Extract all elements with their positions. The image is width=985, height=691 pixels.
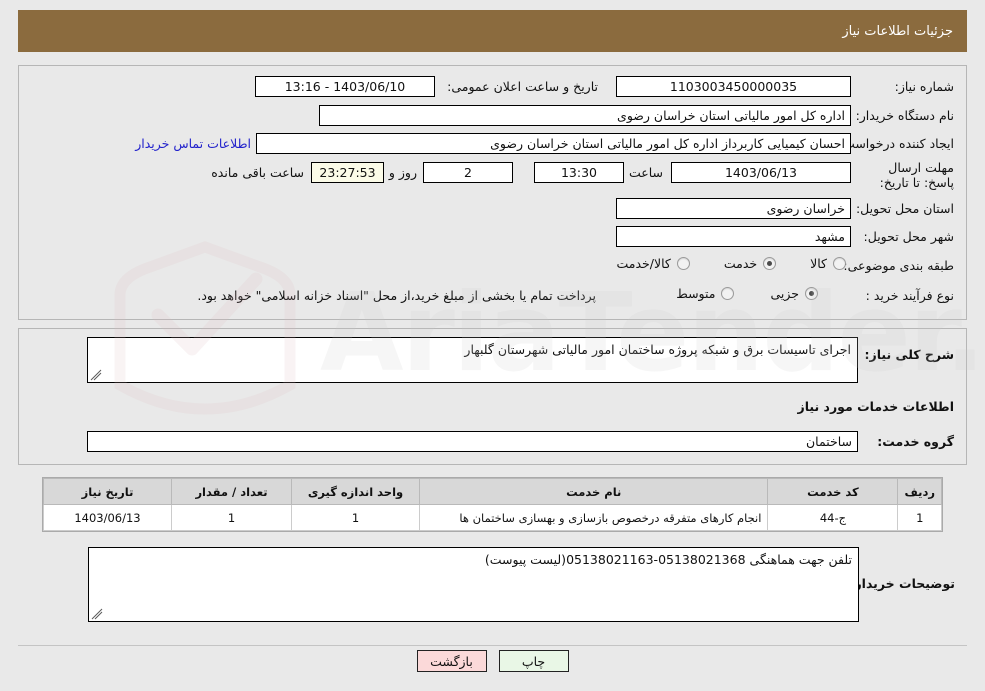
cell-unit: 1: [291, 504, 420, 531]
countdown-timer-value: 23:27:53: [311, 162, 384, 183]
col-name: نام خدمت: [418, 478, 769, 505]
col-quantity: تعداد / مقدار: [171, 478, 292, 505]
category-option-khedmat-label: خدمت: [723, 256, 758, 271]
category-option-kala-khedmat[interactable]: کالا/خدمت: [616, 256, 690, 271]
deadline-date-value: 1403/06/13: [671, 162, 851, 183]
footer-button-bar: بازگشت چاپ: [0, 650, 985, 672]
table-header-row: ردیف کد خدمت نام خدمت واحد اندازه گیری ت…: [43, 478, 942, 505]
table-row[interactable]: 1 ج-44 انجام کارهای متفرقه درخصوص بازساز…: [43, 504, 942, 531]
resize-grip-icon[interactable]: [90, 369, 102, 381]
need-summary-panel: شماره نیاز: 1103003450000035 تاریخ و ساع…: [18, 65, 967, 320]
subject-category-group[interactable]: کالا خدمت کالا/خدمت: [616, 256, 846, 271]
buyer-notes-textarea[interactable]: تلفن جهت هماهنگی 05138021368-05138021163…: [88, 547, 859, 622]
col-code: کد خدمت: [767, 478, 899, 505]
general-description-value: اجرای تاسیسات برق و شبکه پروژه ساختمان ا…: [464, 342, 851, 357]
public-announce-label: تاریخ و ساعت اعلان عمومی:: [447, 79, 598, 94]
page-title: جزئیات اطلاعات نیاز: [842, 23, 953, 39]
radio-motevaset-icon[interactable]: [721, 287, 735, 300]
delivery-city-label: شهر محل تحویل:: [863, 229, 954, 244]
buyer-contact-link[interactable]: اطلاعات تماس خریدار: [135, 136, 251, 151]
public-announce-value: 1403/06/10 - 13:16: [255, 76, 435, 97]
category-option-kala-khedmat-label: کالا/خدمت: [616, 256, 671, 271]
process-option-jozei[interactable]: جزیی: [770, 286, 818, 301]
radio-kala-icon[interactable]: [833, 257, 846, 270]
radio-jozei-icon[interactable]: [805, 287, 818, 300]
process-option-motevaset[interactable]: متوسط: [676, 286, 735, 301]
cell-date: 1403/06/13: [43, 504, 172, 531]
service-group-value: ساختمان: [87, 431, 858, 452]
services-table-wrapper: ردیف کد خدمت نام خدمت واحد اندازه گیری ت…: [42, 477, 943, 532]
subject-category-label: طبقه بندی موضوعی:: [843, 258, 954, 273]
delivery-province-label: استان محل تحویل:: [855, 201, 954, 216]
deadline-hour-value: 13:30: [534, 162, 624, 183]
col-unit: واحد اندازه گیری: [291, 478, 420, 505]
delivery-city-value: مشهد: [616, 226, 851, 247]
category-option-khedmat[interactable]: خدمت: [723, 256, 777, 271]
buyer-org-label: نام دستگاه خریدار:: [855, 108, 954, 123]
request-creator-label: ایجاد کننده درخواست:: [838, 136, 954, 151]
services-info-heading: اطلاعات خدمات مورد نیاز: [797, 399, 955, 414]
buyer-notes-value: تلفن جهت هماهنگی 05138021368-05138021163…: [484, 552, 852, 567]
remaining-days-value: 2: [423, 162, 513, 183]
col-radif: ردیف: [897, 478, 942, 505]
process-option-jozei-label: جزیی: [770, 286, 799, 301]
delivery-province-value: خراسان رضوی: [616, 198, 851, 219]
cell-code: ج-44: [767, 504, 899, 531]
need-number-label: شماره نیاز:: [894, 79, 954, 94]
back-button[interactable]: بازگشت: [416, 650, 487, 672]
deadline-hour-label: ساعت: [628, 165, 663, 180]
cell-radif: 1: [897, 504, 942, 531]
col-date: تاریخ نیاز: [43, 478, 172, 505]
response-deadline-label: مهلت ارسال پاسخ: تا تاریخ:: [879, 160, 954, 190]
remaining-hours-label: ساعت باقی مانده: [211, 165, 304, 180]
service-group-label: گروه خدمت:: [877, 434, 954, 449]
buyer-notes-panel: توضیحات خریدار: تلفن جهت هماهنگی 0513802…: [18, 543, 967, 643]
cell-quantity: 1: [171, 504, 292, 531]
category-option-kala-label: کالا: [810, 256, 827, 271]
purchase-process-group[interactable]: جزیی متوسط: [676, 286, 818, 301]
payment-note-text: پرداخت تمام یا بخشی از مبلغ خرید،از محل …: [197, 288, 596, 303]
general-description-label: شرح کلی نیاز:: [864, 347, 954, 362]
request-creator-value: احسان کیمیایی کاربرداز اداره کل امور مال…: [256, 133, 851, 154]
buyer-notes-label: توضیحات خریدار:: [849, 576, 955, 591]
radio-khedmat-icon[interactable]: [763, 257, 777, 270]
page-title-bar: جزئیات اطلاعات نیاز: [18, 10, 967, 52]
radio-kala-khedmat-icon[interactable]: [676, 257, 690, 270]
remaining-days-label: روز و: [388, 165, 417, 180]
footer-divider: [18, 645, 967, 646]
process-option-motevaset-label: متوسط: [676, 286, 716, 301]
resize-grip-icon[interactable]: [91, 608, 103, 620]
buyer-org-value: اداره کل امور مالیاتی استان خراسان رضوی: [319, 105, 851, 126]
cell-name: انجام کارهای متفرقه درخصوص بازسازی و بهس…: [418, 504, 769, 531]
services-table: ردیف کد خدمت نام خدمت واحد اندازه گیری ت…: [43, 478, 942, 531]
page-root: جزئیات اطلاعات نیاز AriaTender.net شماره…: [0, 0, 985, 691]
general-description-textarea[interactable]: اجرای تاسیسات برق و شبکه پروژه ساختمان ا…: [87, 337, 858, 383]
need-number-value: 1103003450000035: [616, 76, 851, 97]
need-description-panel: شرح کلی نیاز: اجرای تاسیسات برق و شبکه پ…: [18, 328, 967, 465]
category-option-kala[interactable]: کالا: [810, 256, 846, 271]
purchase-process-label: نوع فرآیند خرید :: [865, 288, 954, 303]
print-button[interactable]: چاپ: [498, 650, 569, 672]
